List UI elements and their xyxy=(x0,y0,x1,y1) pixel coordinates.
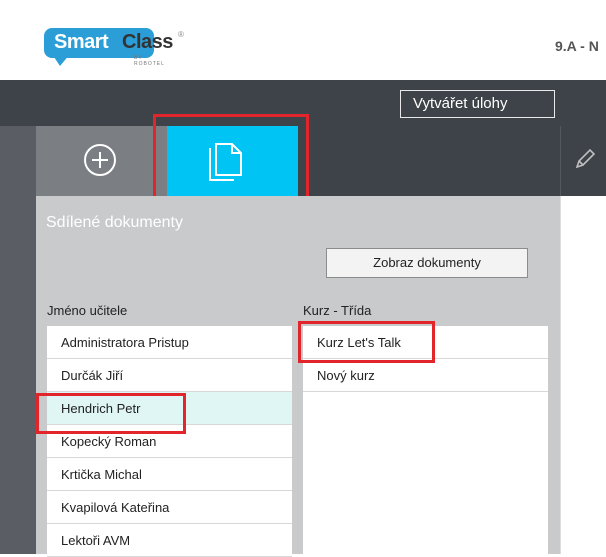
course-item[interactable]: Nový kurz xyxy=(303,359,548,392)
show-documents-button[interactable]: Zobraz dokumenty xyxy=(326,248,528,278)
logo-class-text: Class xyxy=(122,31,173,53)
teacher-item[interactable]: Lektoři AVM xyxy=(47,524,292,557)
tool-row-left-strip xyxy=(0,126,36,196)
teacher-item[interactable]: Krtička Michal xyxy=(47,458,292,491)
highlight-course-lets-talk xyxy=(298,321,435,363)
courses-column-header: Kurz - Třída xyxy=(303,303,372,318)
left-gutter xyxy=(0,196,36,554)
highlight-selected-teacher xyxy=(36,393,186,434)
create-tasks-button[interactable]: Vytvářet úlohy xyxy=(400,90,555,118)
panel-title: Sdílené dokumenty xyxy=(46,214,183,231)
pencil-icon[interactable] xyxy=(574,148,596,170)
class-label[interactable]: 9.A - N xyxy=(555,38,599,54)
teacher-item[interactable]: Durčák Jiří xyxy=(47,359,292,392)
right-column xyxy=(560,196,606,554)
plus-circle-icon xyxy=(84,144,116,176)
teacher-item[interactable]: Administratora Pristup xyxy=(47,326,292,359)
logo-subtitle: BY ROBOTEL xyxy=(134,55,165,67)
teachers-list: Administratora Pristup Durčák Jiří Hendr… xyxy=(47,326,292,557)
teachers-column-header: Jméno učitele xyxy=(47,303,128,318)
logo-bubble-tail xyxy=(52,54,70,66)
logo-smart-text: Smart xyxy=(54,31,109,53)
logo-trademark: ® xyxy=(178,30,184,39)
teacher-item[interactable]: Kvapilová Kateřina xyxy=(47,491,292,524)
